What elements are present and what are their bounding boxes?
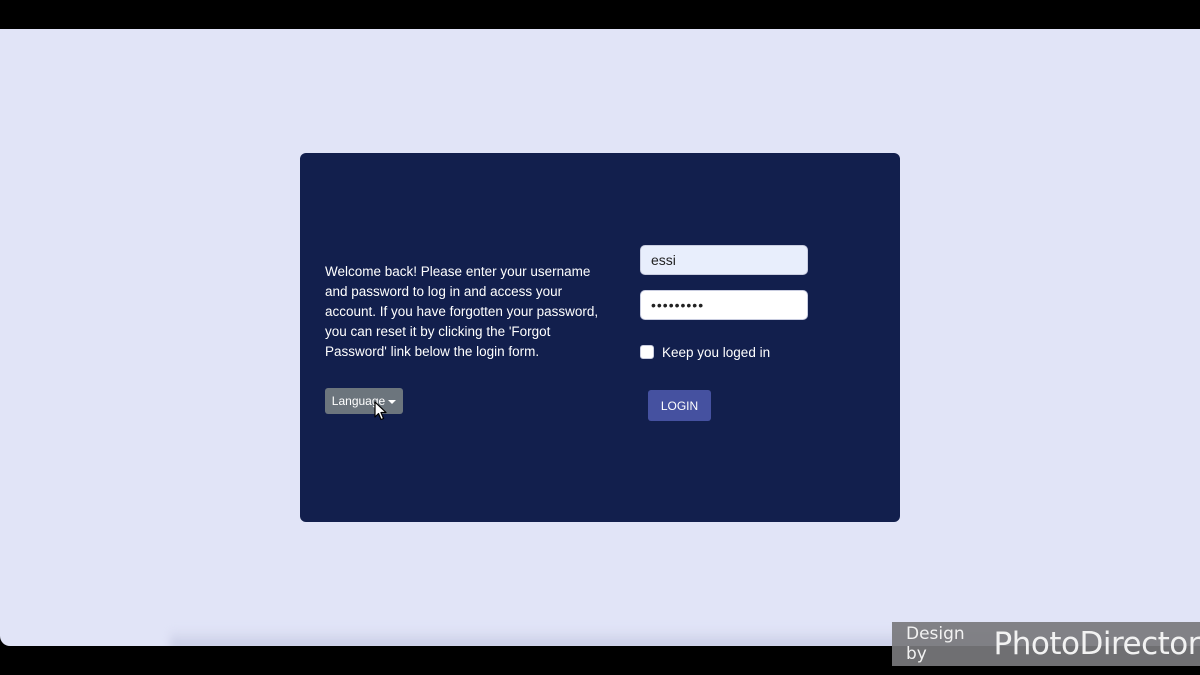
welcome-text: Welcome back! Please enter your username… bbox=[325, 264, 599, 359]
watermark: Design by PhotoDirector bbox=[892, 622, 1200, 666]
login-card: Welcome back! Please enter your username… bbox=[300, 153, 900, 522]
keep-logged-in-checkbox[interactable] bbox=[640, 345, 654, 359]
chevron-down-icon bbox=[388, 399, 397, 404]
login-button[interactable]: LOGIN bbox=[648, 390, 711, 421]
keep-logged-in-label[interactable]: Keep you loged in bbox=[662, 345, 770, 360]
language-button[interactable]: Language bbox=[325, 388, 403, 414]
password-input[interactable] bbox=[640, 290, 808, 320]
username-input[interactable] bbox=[640, 245, 808, 275]
letterbox-top bbox=[0, 0, 1200, 29]
watermark-prefix: Design by bbox=[906, 624, 965, 664]
language-button-label: Language bbox=[331, 394, 386, 408]
keep-logged-in-row[interactable]: Keep you loged in bbox=[640, 343, 770, 361]
watermark-brand: PhotoDirector bbox=[993, 626, 1200, 662]
page-background: Welcome back! Please enter your username… bbox=[0, 29, 1200, 646]
